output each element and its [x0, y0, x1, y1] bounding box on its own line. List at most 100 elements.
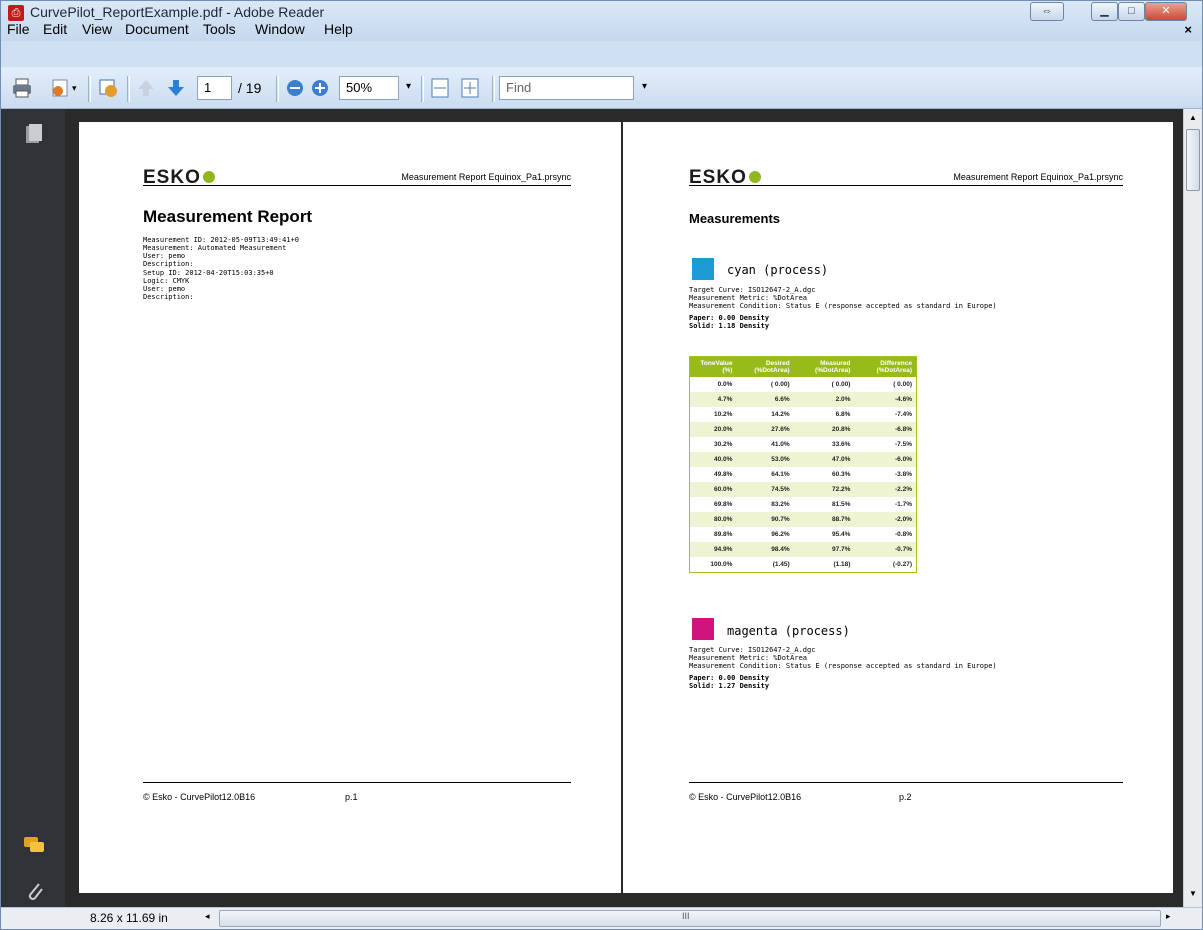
table-cell: -1.7% — [895, 501, 912, 508]
tone-value-table: ToneValue (%) Desired (%DotArea) Measured … — [689, 356, 917, 573]
table-cell: 14.2% — [771, 411, 790, 418]
table-cell: -7.5% — [895, 441, 912, 448]
table-cell: (1.45) — [772, 560, 790, 568]
find-dropdown-icon[interactable]: ▾ — [642, 81, 647, 92]
table-row: 49.8% 64.1% 60.3% -3.8% — [690, 467, 917, 482]
table-row: 100.0% (1.45) (1.18) (-0.27) — [690, 557, 917, 572]
page-number-input[interactable]: 1 — [197, 76, 232, 100]
table-cell: 41.0% — [771, 441, 790, 448]
table-cell: (1.18) — [833, 560, 851, 568]
table-cell: 97.7% — [793, 542, 855, 557]
cyan-info: Target Curve: ISO12647-2_A.dgc Measuremen… — [689, 286, 997, 330]
attachments-icon[interactable] — [25, 880, 45, 902]
table-cell: ( 0.00) — [893, 381, 912, 388]
menu-view[interactable]: View — [82, 21, 112, 37]
vertical-scrollbar[interactable]: ▲ ▼ — [1183, 109, 1202, 907]
table-cell: 49.8% — [714, 471, 733, 478]
table-cell: 69.8% — [714, 501, 733, 508]
ink-name-magenta: magenta (process) — [727, 624, 850, 638]
page-size: 8.26 x 11.69 in — [90, 911, 168, 925]
header-title: Measurement Report Equinox_Pa1.prsync — [953, 172, 1123, 182]
previous-page-icon[interactable] — [135, 77, 157, 99]
table-cell: 30.2% — [714, 441, 733, 448]
table-cell: 20.8% — [793, 422, 855, 437]
menu-tools[interactable]: Tools — [203, 21, 236, 37]
menu-bar: File Edit View Document Tools Window Hel… — [1, 20, 1202, 41]
maximize-button[interactable]: □ — [1118, 2, 1145, 21]
table-cell: 20.0% — [689, 422, 737, 437]
menu-file[interactable]: File — [7, 21, 30, 37]
navigation-panel — [1, 109, 65, 907]
table-cell: 60.3% — [832, 471, 851, 478]
horizontal-scroll-thumb[interactable]: III — [219, 910, 1161, 927]
table-row: 20.0% 27.6% 20.8% -6.8% — [689, 422, 917, 437]
table-row: 94.9% 98.4% 97.7% -0.7% — [689, 542, 917, 557]
table-cell: -6.8% — [854, 422, 917, 437]
table-cell: 94.9% — [689, 542, 737, 557]
table-cell: ( 0.00) — [831, 381, 851, 388]
print-icon[interactable] — [11, 77, 33, 99]
table-cell: 2.0% — [793, 392, 855, 407]
table-row: 10.2% 14.2% 6.8% -7.4% — [690, 407, 917, 422]
cyan-swatch — [692, 258, 714, 280]
table-header-2: Measured (%DotArea) — [793, 356, 855, 377]
table-cell: 53.0% — [736, 452, 794, 467]
table-cell: -4.6% — [854, 392, 917, 407]
collaborate-icon[interactable] — [97, 77, 119, 99]
zoom-dropdown-icon[interactable]: ▾ — [406, 81, 411, 92]
table-cell: 60.0% — [689, 482, 737, 497]
table-cell: 81.5% — [832, 501, 851, 508]
table-header-1: Desired (%DotArea) — [736, 356, 794, 377]
footer-rule — [143, 782, 571, 783]
close-document-button[interactable]: × — [1184, 22, 1192, 37]
minimize-button[interactable]: ▁ — [1091, 2, 1118, 21]
table-cell: ( 0.00) — [770, 381, 790, 388]
close-window-button[interactable]: ✕ — [1145, 2, 1187, 21]
comments-icon[interactable] — [23, 836, 45, 854]
magenta-info: Target Curve: ISO12647-2_A.dgc Measuremen… — [689, 646, 997, 690]
table-cell: 6.8% — [835, 411, 851, 418]
scroll-right-icon[interactable]: ▸ — [1166, 911, 1171, 922]
table-cell: 74.5% — [736, 482, 794, 497]
table-cell: -0.7% — [854, 542, 917, 557]
menu-document[interactable]: Document — [125, 21, 189, 37]
menu-edit[interactable]: Edit — [43, 21, 67, 37]
table-cell: -3.8% — [895, 471, 912, 478]
vertical-scroll-thumb[interactable] — [1186, 129, 1200, 191]
window-title: CurvePilot_ReportExample.pdf - Adobe Rea… — [30, 4, 325, 20]
create-pdf-icon[interactable] — [49, 77, 71, 99]
table-cell: 33.6% — [832, 441, 851, 448]
pdf-page-2: ESKO Measurement Report Equinox_Pa1.prsy… — [623, 122, 1173, 893]
ink-name-cyan: cyan (process) — [727, 263, 829, 277]
table-row: 80.0% 90.7% 88.7% -2.0% — [689, 512, 917, 527]
document-view: ESKO Measurement Report Equinox_Pa1.prsy… — [65, 109, 1183, 907]
table-cell: 100.0% — [710, 560, 733, 568]
scroll-down-icon[interactable]: ▼ — [1189, 889, 1197, 898]
restore-layout-button[interactable]: ⇔ — [1030, 2, 1064, 21]
header-rule — [143, 185, 571, 186]
menu-help[interactable]: Help — [324, 21, 353, 37]
pages-icon[interactable] — [25, 123, 43, 145]
table-row: 4.7% 6.6% 2.0% -4.6% — [689, 392, 917, 407]
fit-page-icon[interactable] — [459, 77, 481, 99]
table-cell: 6.6% — [736, 392, 794, 407]
find-input[interactable]: Find — [499, 76, 634, 100]
toolbar: ▾ 1 / 19 50% ▾ Find ▾ — [1, 67, 1202, 109]
next-page-icon[interactable] — [165, 77, 187, 99]
scroll-up-icon[interactable]: ▲ — [1189, 113, 1197, 122]
section-title: Measurements — [689, 211, 781, 226]
pdf-page-1: ESKO Measurement Report Equinox_Pa1.prsy… — [79, 122, 621, 893]
header-title: Measurement Report Equinox_Pa1.prsync — [401, 172, 571, 182]
chevron-down-icon[interactable]: ▾ — [72, 83, 77, 94]
menu-window[interactable]: Window — [255, 21, 305, 37]
adobe-reader-icon: ⎙ — [8, 5, 24, 21]
zoom-in-icon[interactable] — [309, 77, 331, 99]
footer-rule — [689, 782, 1123, 783]
scroll-left-icon[interactable]: ◂ — [205, 911, 210, 922]
table-cell: 47.0% — [793, 452, 855, 467]
table-row: 60.0% 74.5% 72.2% -2.2% — [689, 482, 917, 497]
zoom-level-select[interactable]: 50% — [339, 76, 399, 100]
zoom-out-icon[interactable] — [284, 77, 306, 99]
fit-width-icon[interactable] — [429, 77, 451, 99]
table-cell: 0.0% — [717, 381, 733, 388]
